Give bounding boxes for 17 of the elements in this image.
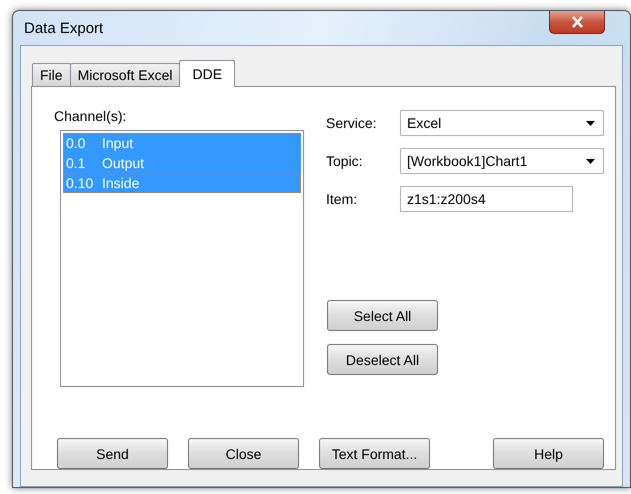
null[interactable]: Send bbox=[57, 438, 168, 469]
field-label: Item: bbox=[326, 191, 358, 207]
input-field[interactable]: z1s1:z200s4 bbox=[400, 186, 573, 212]
dropdown[interactable]: Excel bbox=[400, 110, 604, 136]
null[interactable]: Close bbox=[188, 438, 299, 469]
dropdown[interactable]: [Workbook1]Chart1 bbox=[400, 148, 604, 174]
null[interactable]: Text Format... bbox=[319, 438, 430, 469]
field-label: Service: bbox=[326, 115, 378, 131]
tab[interactable]: Microsoft Excel bbox=[70, 63, 180, 86]
channels-label: Channel(s): bbox=[54, 108, 126, 124]
window-title: Data Export bbox=[23, 20, 104, 36]
tab[interactable]: File bbox=[32, 63, 71, 86]
null[interactable]: Help bbox=[493, 438, 604, 469]
null[interactable]: Select All bbox=[327, 300, 438, 331]
field-label: Topic: bbox=[326, 153, 364, 169]
null[interactable]: Deselect All bbox=[327, 344, 438, 375]
tab[interactable]: DDE bbox=[179, 60, 236, 87]
